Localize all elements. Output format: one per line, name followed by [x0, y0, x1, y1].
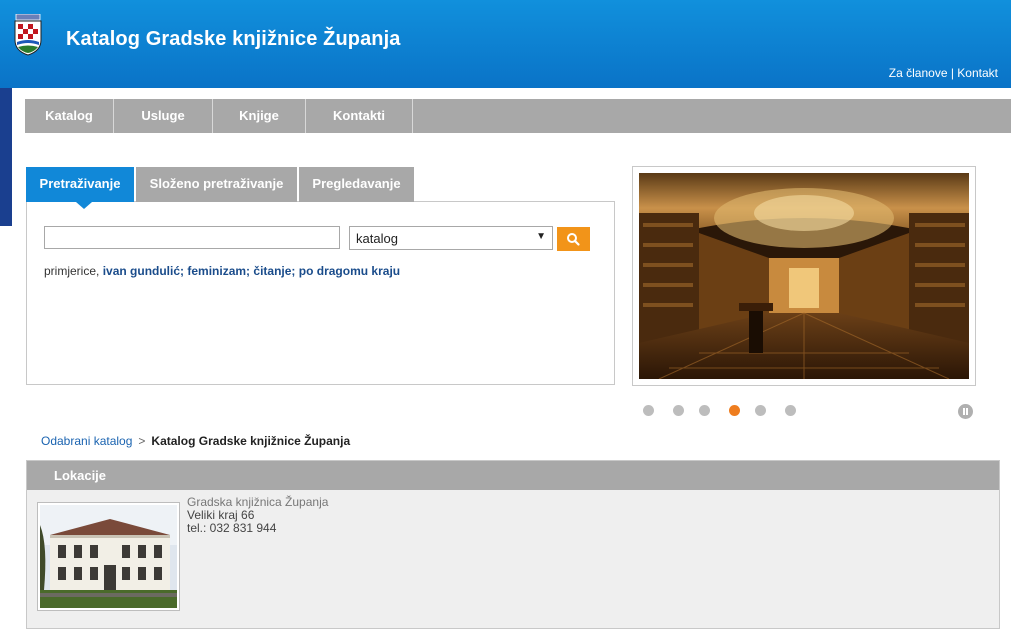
search-button[interactable]	[557, 227, 590, 251]
page-edge-strip	[0, 86, 12, 226]
main-content: Katalog Usluge Knjige Kontakti Pretraživ…	[12, 88, 1011, 641]
tab-slozeno-pretrazivanje[interactable]: Složeno pretraživanje	[136, 167, 297, 202]
contact-link[interactable]: Kontakt	[957, 66, 998, 80]
slide-image-library[interactable]	[639, 173, 969, 379]
site-header: Katalog Gradske knjižnice Županja Za čla…	[0, 0, 1011, 88]
location-phone: tel.: 032 831 944	[187, 521, 277, 535]
site-title: Katalog Gradske knjižnice Županja	[66, 28, 401, 50]
search-icon	[567, 233, 580, 246]
search-examples: primjerice, ivan gundulić; feminizam; či…	[44, 264, 400, 278]
examples-prefix: primjerice,	[44, 264, 103, 278]
slider-pause-icon[interactable]	[958, 404, 973, 419]
slider-dot[interactable]	[755, 405, 766, 416]
locations-panel: Lokacije Gradska knjižnica Županja Velik…	[26, 460, 1000, 629]
active-tab-indicator	[76, 202, 92, 209]
example-link[interactable]: čitanje;	[253, 264, 295, 278]
catalog-select[interactable]: katalog ▼	[349, 226, 553, 250]
example-link[interactable]: ivan gundulić;	[103, 264, 184, 278]
tab-pregledavanje[interactable]: Pregledavanje	[299, 167, 414, 202]
breadcrumb-separator: >	[138, 434, 146, 448]
main-nav: Katalog Usluge Knjige Kontakti	[25, 99, 1011, 133]
locations-header: Lokacije	[27, 461, 999, 490]
search-input[interactable]	[44, 226, 340, 249]
library-building-photo[interactable]	[37, 502, 180, 611]
location-info: Gradska knjižnica Županja Veliki kraj 66…	[187, 496, 328, 535]
breadcrumb-parent-link[interactable]: Odabrani katalog	[41, 434, 132, 448]
nav-item-kontakti[interactable]: Kontakti	[306, 99, 413, 133]
link-separator: |	[947, 66, 958, 80]
slider-dot[interactable]	[643, 405, 654, 416]
slider-dot-active[interactable]	[729, 405, 740, 416]
slider-dot[interactable]	[699, 405, 710, 416]
top-links: Za članove | Kontakt	[889, 66, 998, 80]
slider-dot[interactable]	[673, 405, 684, 416]
coat-of-arms-logo[interactable]	[12, 13, 44, 56]
tab-pretrazivanje[interactable]: Pretraživanje	[26, 167, 134, 202]
members-link[interactable]: Za članove	[889, 66, 948, 80]
nav-item-katalog[interactable]: Katalog	[25, 99, 114, 133]
locations-title: Lokacije	[54, 468, 107, 483]
nav-item-usluge[interactable]: Usluge	[114, 99, 213, 133]
breadcrumb-current: Katalog Gradske knjižnice Županja	[151, 434, 351, 448]
nav-item-knjige[interactable]: Knjige	[213, 99, 306, 133]
catalog-select-value: katalog	[356, 231, 398, 246]
example-link[interactable]: po dragomu kraju	[299, 264, 400, 278]
slider-dot[interactable]	[785, 405, 796, 416]
breadcrumb: Odabrani katalog > Katalog Gradske knjižni…	[41, 434, 350, 448]
dropdown-arrow-icon: ▼	[536, 231, 546, 242]
image-slider	[632, 166, 976, 386]
example-link[interactable]: feminizam;	[187, 264, 250, 278]
